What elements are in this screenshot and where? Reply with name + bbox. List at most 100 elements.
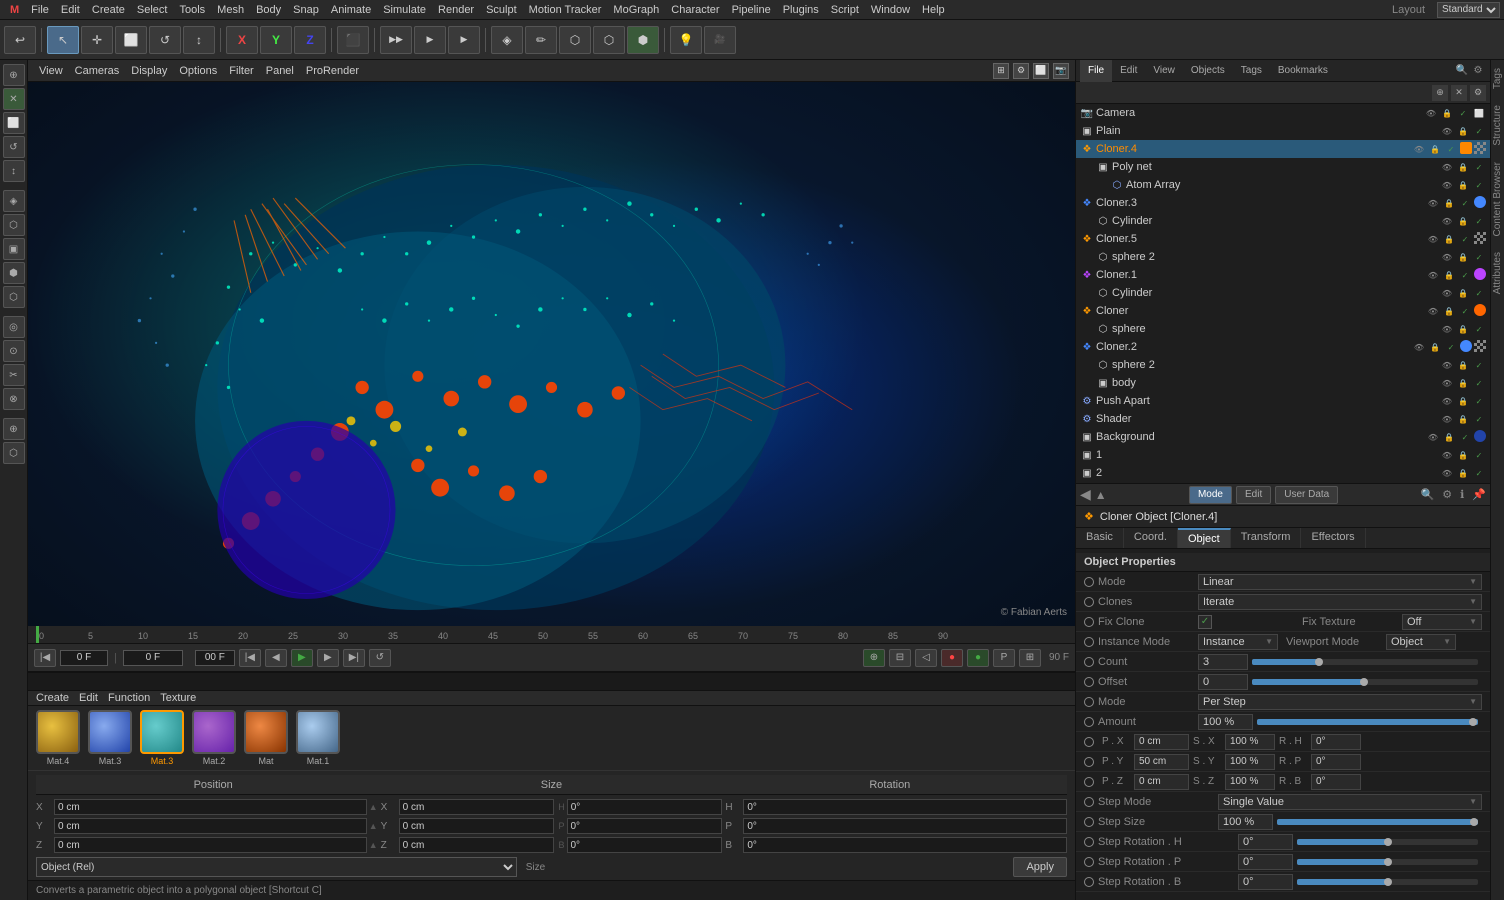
prop-sz-input[interactable]: 100 % (1225, 774, 1275, 790)
flag-eye[interactable]: 👁 (1440, 376, 1454, 390)
flag-lock[interactable]: 🔒 (1440, 106, 1454, 120)
vp-menu-cameras[interactable]: Cameras (70, 65, 125, 77)
prop-py-input[interactable]: 50 cm (1134, 754, 1189, 770)
vp-menu-view[interactable]: View (34, 65, 68, 77)
flag-lock[interactable]: 🔒 (1456, 358, 1470, 372)
vp-menu-display[interactable]: Display (126, 65, 172, 77)
left-tool-15[interactable]: ⬡ (3, 442, 25, 464)
flag-lock[interactable]: 🔒 (1456, 286, 1470, 300)
menu-body[interactable]: Body (250, 4, 287, 16)
props-search[interactable]: 🔍 (1421, 488, 1435, 501)
prop-mode2-indicator[interactable] (1084, 697, 1094, 707)
light-button[interactable]: 💡 (670, 26, 702, 54)
mat-swatch-4[interactable] (244, 710, 288, 754)
render-region-button[interactable]: ▶▶ (380, 26, 412, 54)
flag-check[interactable]: ✓ (1472, 286, 1486, 300)
tc-nla[interactable]: P (993, 649, 1015, 667)
prop-stepb-value[interactable]: 0° (1238, 874, 1293, 890)
flag-eye[interactable]: 👁 (1412, 340, 1426, 354)
obj-item-shader[interactable]: ⚙ Shader 👁 🔒 ✓ (1076, 410, 1490, 428)
menu-pipeline[interactable]: Pipeline (726, 4, 777, 16)
left-tool-2[interactable]: ⬜ (3, 112, 25, 134)
obj-item-polynet[interactable]: ▣ Poly net 👁 🔒 ✓ (1076, 158, 1490, 176)
size-x-h-input[interactable] (567, 799, 723, 815)
prop-tab-effectors[interactable]: Effectors (1301, 528, 1365, 548)
camera-button[interactable]: 🎥 (704, 26, 736, 54)
tc-keyframe-auto[interactable]: ● (967, 649, 989, 667)
flag-check[interactable]: ✓ (1456, 106, 1470, 120)
snap-button[interactable]: ⬡ (559, 26, 591, 54)
mat-tab-edit[interactable]: Edit (79, 692, 98, 704)
obj-toolbar-new[interactable]: ⊕ (1432, 85, 1448, 101)
prop-count-slider[interactable] (1252, 659, 1478, 665)
tc-time-input[interactable] (195, 650, 235, 666)
tc-frame-start[interactable]: |◀ (34, 649, 56, 667)
props-tab-userdata[interactable]: User Data (1275, 486, 1338, 504)
menu-tools[interactable]: Tools (173, 4, 211, 16)
flag-eye[interactable]: 👁 (1440, 394, 1454, 408)
flag-eye[interactable]: 👁 (1440, 322, 1454, 336)
rot-h-input[interactable] (743, 799, 1067, 815)
obj-item-camera[interactable]: 📷 Camera 👁 🔒 ✓ ⬜ (1076, 104, 1490, 122)
obj-toolbar-delete[interactable]: ✕ (1451, 85, 1467, 101)
mat-tab-texture[interactable]: Texture (160, 692, 196, 704)
menu-mograph[interactable]: MoGraph (607, 4, 665, 16)
menu-edit[interactable]: Edit (55, 4, 86, 16)
vp-icon-settings[interactable]: ⚙ (1013, 63, 1029, 79)
prop-steph-indicator[interactable] (1084, 837, 1094, 847)
flag-check[interactable]: ✓ (1472, 394, 1486, 408)
prop-count-value[interactable]: 3 (1198, 654, 1248, 670)
prop-steph-value[interactable]: 0° (1238, 834, 1293, 850)
left-tool-6[interactable]: ⬡ (3, 214, 25, 236)
prop-pz-input[interactable]: 0 cm (1134, 774, 1189, 790)
props-info[interactable]: ℹ (1460, 488, 1464, 501)
obj-item-cloner5[interactable]: ❖ Cloner.5 👁 🔒 ✓ (1076, 230, 1490, 248)
vp-menu-filter[interactable]: Filter (224, 65, 258, 77)
flag-lock[interactable]: 🔒 (1456, 124, 1470, 138)
obj-item-cloner[interactable]: ❖ Cloner 👁 🔒 ✓ (1076, 302, 1490, 320)
obj-header-settings[interactable]: ⚙ (1470, 63, 1486, 79)
vp-icon-maximize[interactable]: ⬜ (1033, 63, 1049, 79)
vp-menu-panel[interactable]: Panel (261, 65, 299, 77)
menu-sculpt[interactable]: Sculpt (480, 4, 523, 16)
mat-swatch-5[interactable] (296, 710, 340, 754)
grid-button[interactable]: ⬢ (627, 26, 659, 54)
apply-button[interactable]: Apply (1013, 857, 1067, 877)
prop-mode2-dropdown[interactable]: Per Step ▼ (1198, 694, 1482, 710)
vp-icon-camera[interactable]: 📷 (1053, 63, 1069, 79)
obj-item-2[interactable]: ▣ 2 👁 🔒 ✓ (1076, 464, 1490, 482)
prop-offset-slider[interactable] (1252, 679, 1478, 685)
prop-rh-input[interactable]: 0° (1311, 734, 1361, 750)
obj-tab-tags[interactable]: Tags (1233, 60, 1270, 82)
flag-eye[interactable]: 👁 (1440, 412, 1454, 426)
prop-stepmode-indicator[interactable] (1084, 797, 1094, 807)
prop-offset-value[interactable]: 0 (1198, 674, 1248, 690)
prop-amount-value[interactable]: 100 % (1198, 714, 1253, 730)
flag-check[interactable]: ✓ (1458, 304, 1472, 318)
prop-offset-slider-thumb[interactable] (1360, 678, 1368, 686)
obj-item-cylinder-c3[interactable]: ⬡ Cylinder 👁 🔒 ✓ (1076, 212, 1490, 230)
flag-eye[interactable]: 👁 (1440, 286, 1454, 300)
obj-tab-edit[interactable]: Edit (1112, 60, 1145, 82)
prop-mode-indicator[interactable] (1084, 577, 1094, 587)
prop-amount-indicator[interactable] (1084, 717, 1094, 727)
flag-check[interactable]: ✓ (1458, 268, 1472, 282)
flag-eye[interactable]: 👁 (1440, 214, 1454, 228)
flag-check[interactable]: ✓ (1472, 178, 1486, 192)
left-tool-13[interactable]: ⊗ (3, 388, 25, 410)
mat-item-3[interactable]: Mat.2 (192, 710, 236, 766)
flag-check[interactable]: ✓ (1472, 376, 1486, 390)
prop-offset-indicator[interactable] (1084, 677, 1094, 687)
menu-snap[interactable]: Snap (287, 4, 325, 16)
prop-pz-indicator[interactable] (1084, 777, 1094, 787)
left-tool-7[interactable]: ▣ (3, 238, 25, 260)
size-z-input[interactable] (399, 837, 555, 853)
size-y-p-input[interactable] (567, 818, 723, 834)
menu-script[interactable]: Script (825, 4, 865, 16)
left-tool-5[interactable]: ◈ (3, 190, 25, 212)
flag-check[interactable]: ✓ (1472, 358, 1486, 372)
flag-eye[interactable]: 👁 (1440, 358, 1454, 372)
size-x-input[interactable] (399, 799, 555, 815)
prop-stepb-slider[interactable] (1297, 879, 1478, 885)
flag-eye[interactable]: 👁 (1440, 124, 1454, 138)
